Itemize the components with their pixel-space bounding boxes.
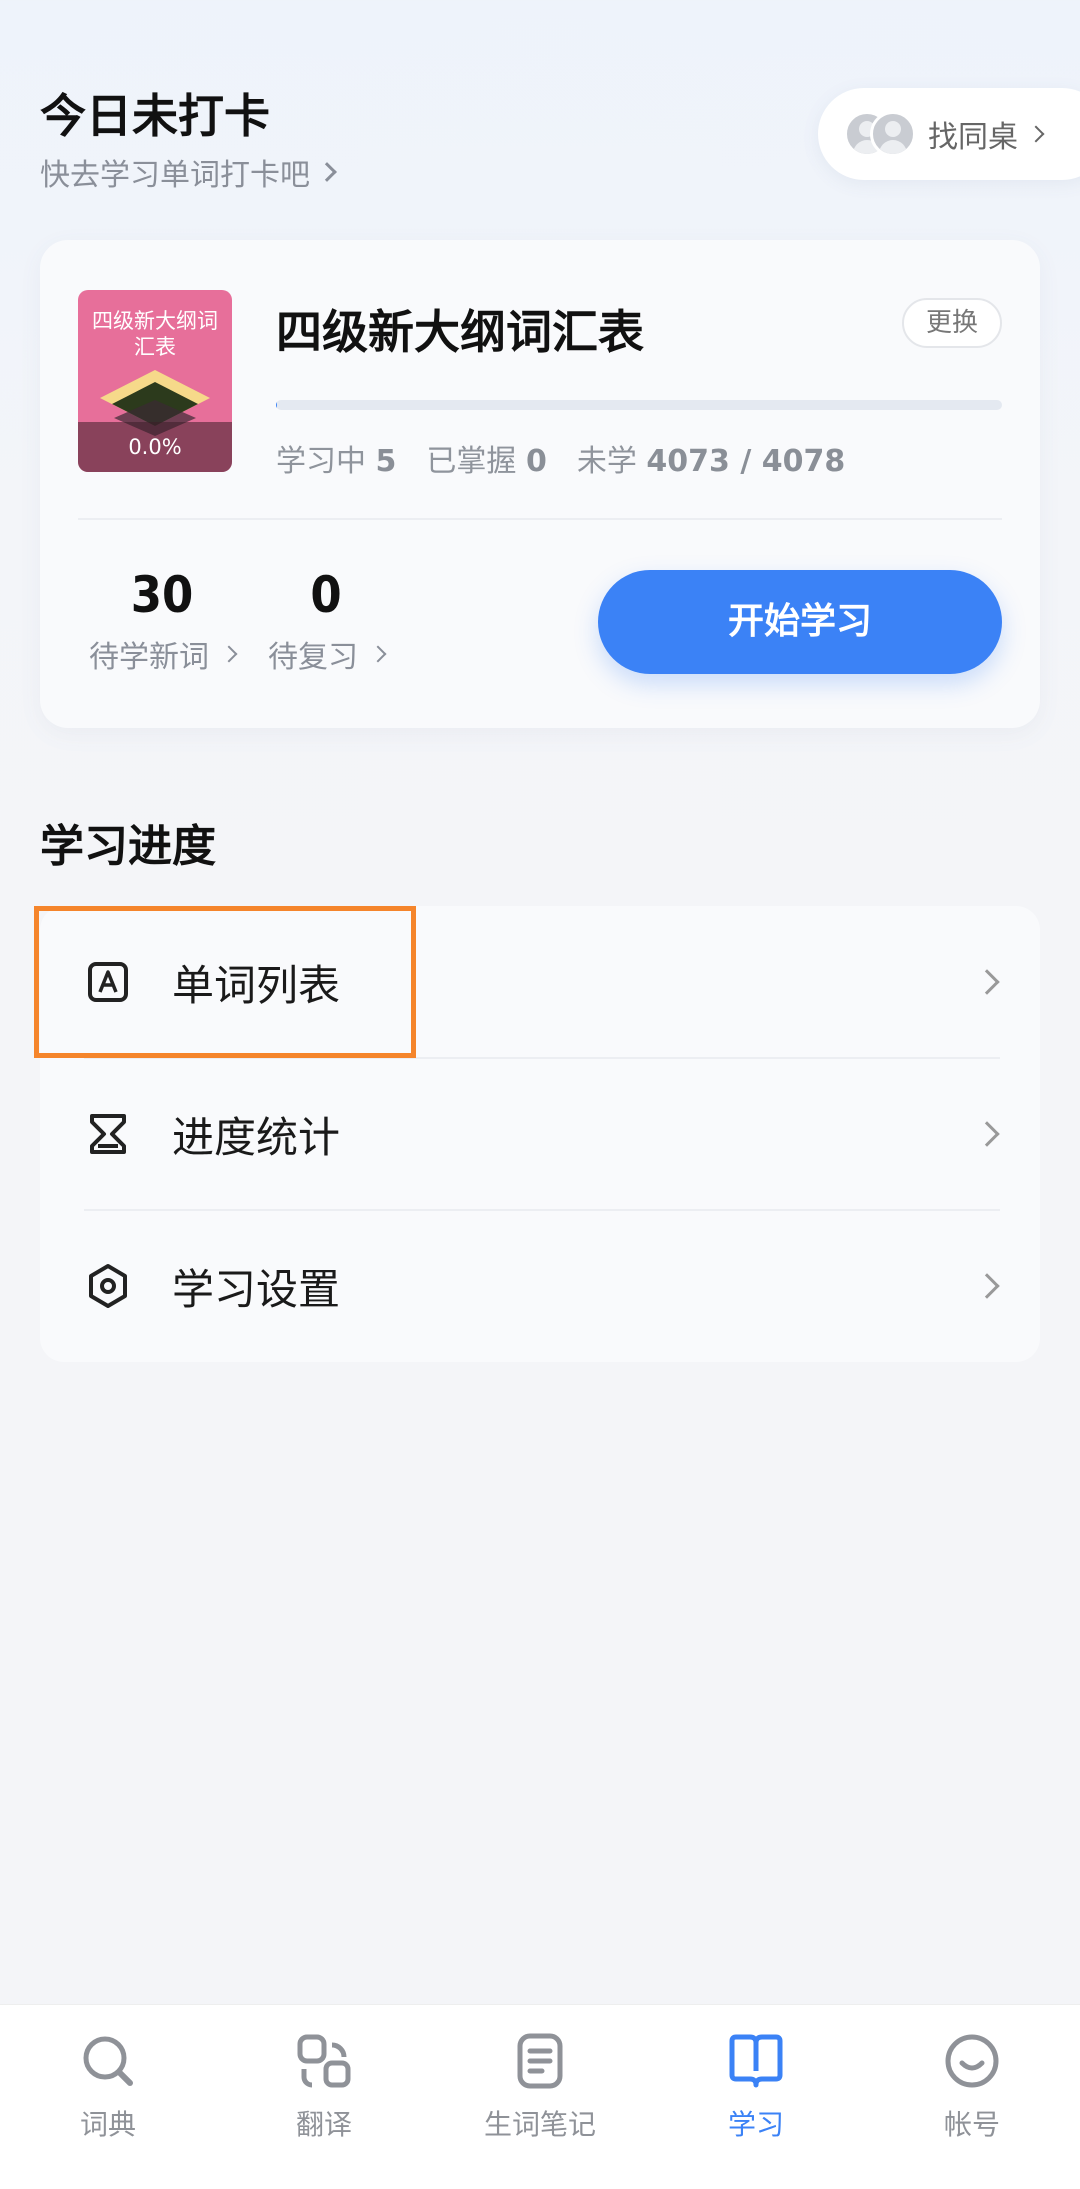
mastered-stat: 已掌握 0 <box>426 444 547 479</box>
checkin-prompt-link[interactable]: 快去学习单词打卡吧 <box>40 150 337 194</box>
chevron-right-icon <box>1027 125 1045 143</box>
review-label: 待复习 <box>268 640 358 675</box>
search-icon <box>83 2036 133 2086</box>
cover-title: 四级新大纲词汇表 <box>92 309 218 359</box>
book-icon <box>729 2034 783 2088</box>
chevron-right-icon <box>220 645 238 663</box>
checkin-status-title: 今日未打卡 <box>40 89 270 143</box>
progress-fill <box>276 400 277 410</box>
chevron-right-icon <box>974 1121 1000 1147</box>
avatar-group <box>844 111 916 157</box>
find-deskmate-label: 找同桌 <box>928 120 1018 155</box>
review-count: 0 <box>310 566 342 624</box>
unlearned-stat: 未学 4073 / 4078 <box>576 444 846 479</box>
new-words-label: 待学新词 <box>89 640 209 675</box>
nav-label: 学习 <box>727 2108 784 2141</box>
avatar-icon <box>870 111 916 157</box>
highlight-box <box>34 906 416 1058</box>
chevron-right-icon <box>974 1273 1000 1299</box>
nav-label: 帐号 <box>943 2108 1000 2141</box>
word-stats: 学习中 5 已掌握 0 未学 4073 / 4078 <box>276 436 845 480</box>
nav-label: 生词笔记 <box>483 2108 596 2141</box>
smile-icon <box>945 2034 999 2088</box>
new-words-count: 30 <box>130 566 194 624</box>
chevron-right-icon <box>369 645 387 663</box>
menu-item-progress-stats[interactable]: 进度统计 <box>40 1058 1040 1210</box>
menu-item-label: 进度统计 <box>172 1112 341 1162</box>
divider <box>78 518 1002 520</box>
chevron-right-icon <box>974 969 1000 995</box>
hourglass-icon <box>90 1114 126 1154</box>
section-title: 学习进度 <box>40 821 216 872</box>
review-counter[interactable]: 0 待复习 <box>246 566 406 676</box>
start-learning-button[interactable]: 开始学习 <box>598 570 1002 674</box>
settings-icon <box>89 1264 127 1308</box>
progress-bar <box>276 400 1002 410</box>
nav-item-dictionary[interactable]: 词典 <box>0 2031 216 2143</box>
menu-item-label: 学习设置 <box>172 1264 341 1314</box>
bottom-nav: 词典 翻译 生词笔记 学习 帐号 <box>0 2004 1080 2189</box>
nav-item-account[interactable]: 帐号 <box>864 2031 1080 2143</box>
wordbook-title: 四级新大纲词汇表 <box>276 305 644 359</box>
nav-item-translate[interactable]: 翻译 <box>216 2031 432 2143</box>
chevron-right-icon <box>317 162 337 182</box>
find-deskmate-button[interactable]: 找同桌 <box>818 88 1080 180</box>
nav-label: 词典 <box>79 2108 136 2141</box>
change-book-button[interactable]: 更换 <box>902 298 1002 348</box>
notebook-icon <box>517 2033 563 2089</box>
nav-item-study[interactable]: 学习 <box>648 2031 864 2143</box>
learning-stat: 学习中 5 <box>276 444 397 479</box>
wordbook-cover[interactable]: 四级新大纲词汇表 0.0% <box>78 290 232 472</box>
new-words-counter[interactable]: 30 待学新词 <box>72 566 252 676</box>
nav-item-notebook[interactable]: 生词笔记 <box>432 2031 648 2143</box>
cover-progress: 0.0% <box>78 422 232 472</box>
menu-item-learning-settings[interactable]: 学习设置 <box>40 1210 1040 1362</box>
translate-icon <box>297 2034 351 2088</box>
nav-label: 翻译 <box>295 2108 352 2141</box>
checkin-prompt-text: 快去学习单词打卡吧 <box>40 158 310 193</box>
wordbook-card: 四级新大纲词汇表 0.0% 四级新大纲词汇表 更换 学习中 5 已掌握 0 未学… <box>40 240 1040 728</box>
